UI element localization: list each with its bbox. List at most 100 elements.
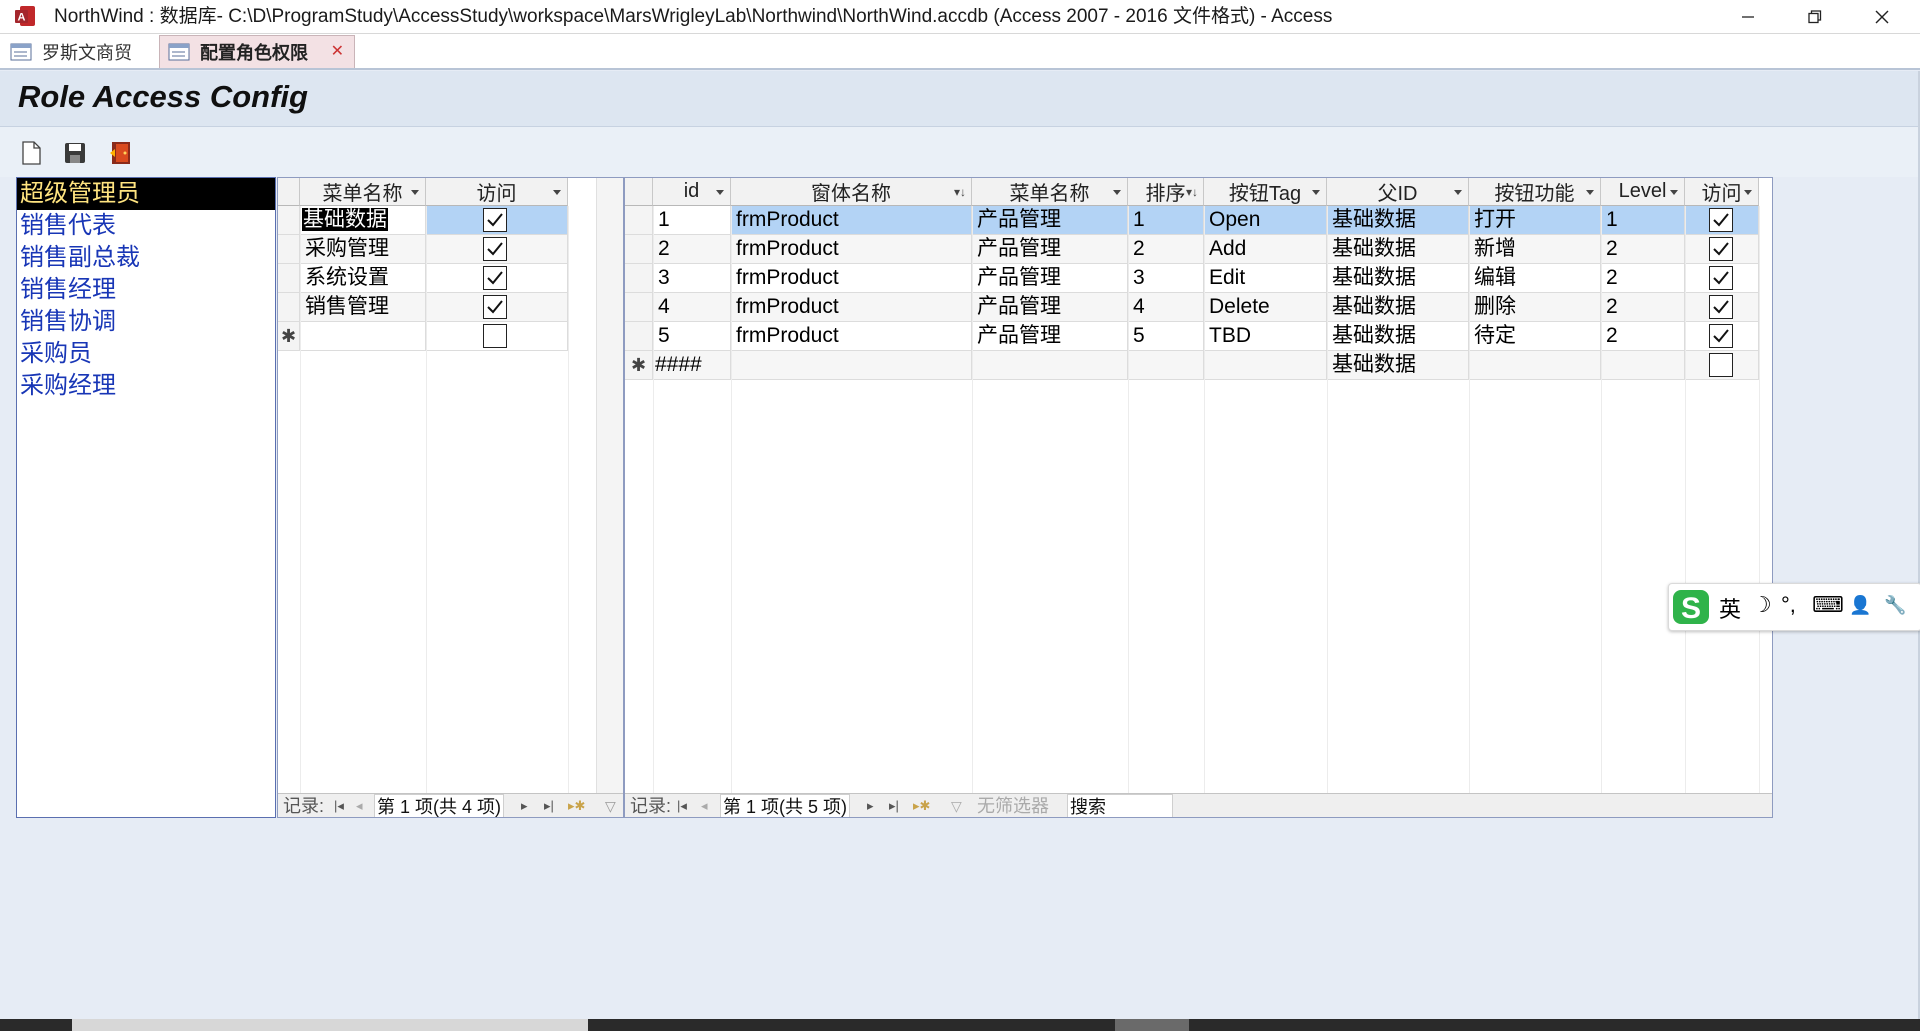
access-checkbox[interactable]	[483, 324, 507, 348]
button-tag-cell[interactable]: Open	[1204, 206, 1327, 234]
menu-name-cell[interactable]: 产品管理	[972, 264, 1128, 292]
sort-cell[interactable]: 1	[1128, 206, 1204, 234]
button-tag-cell[interactable]: Delete	[1204, 293, 1327, 321]
first-record-icon[interactable]: |◂	[334, 794, 344, 817]
role-item[interactable]: 销售经理	[17, 274, 275, 306]
level-cell[interactable]: 2	[1601, 235, 1685, 263]
access-cell[interactable]	[1685, 235, 1759, 263]
close-window-button[interactable]	[1854, 0, 1910, 33]
next-record-icon[interactable]: ▸	[867, 794, 874, 817]
record-position-box[interactable]: 第 1 项(共 5 项)	[720, 794, 850, 817]
menu-name-cell[interactable]: 销售管理	[300, 293, 426, 321]
access-checkbox[interactable]	[483, 295, 507, 319]
id-cell[interactable]: 4	[653, 293, 731, 321]
parent-id-cell[interactable]: 基础数据	[1327, 235, 1469, 263]
sort-filter-icon[interactable]: ▾↓	[1186, 185, 1198, 199]
search-input[interactable]: 搜索	[1067, 794, 1173, 817]
column-header-access[interactable]: 访问	[426, 178, 568, 206]
keyboard-icon[interactable]: ⌨	[1812, 592, 1844, 618]
button-function-cell[interactable]: 打开	[1469, 206, 1601, 234]
exit-button[interactable]	[107, 138, 137, 168]
form-name-cell[interactable]: frmProduct	[731, 264, 972, 292]
wrench-icon[interactable]: 🔧	[1884, 595, 1906, 616]
column-header-level[interactable]: Level	[1601, 178, 1685, 206]
button-function-cell[interactable]: 待定	[1469, 322, 1601, 350]
first-record-icon[interactable]: |◂	[677, 794, 687, 817]
dropdown-arrow-icon[interactable]	[1586, 190, 1594, 195]
role-item[interactable]: 销售副总裁	[17, 242, 275, 274]
dropdown-arrow-icon[interactable]	[1670, 190, 1678, 195]
sort-cell[interactable]: 2	[1128, 235, 1204, 263]
no-filter-label[interactable]: 无筛选器	[977, 794, 1049, 817]
column-header-menu-name[interactable]: 菜单名称	[972, 178, 1128, 206]
column-header-id[interactable]: id	[653, 178, 731, 206]
new-record-row[interactable]: ✱	[278, 322, 568, 351]
filter-icon[interactable]: ▽	[605, 794, 616, 817]
minimize-button[interactable]	[1720, 0, 1776, 33]
new-record-icon[interactable]: ▸✱	[913, 794, 930, 817]
menu-name-cell[interactable]: 产品管理	[972, 206, 1128, 234]
next-record-icon[interactable]: ▸	[521, 794, 528, 817]
save-button[interactable]	[60, 138, 90, 168]
sort-filter-icon[interactable]: ▾↓	[954, 185, 966, 199]
row-selector[interactable]	[278, 206, 300, 234]
dropdown-arrow-icon[interactable]	[411, 190, 419, 195]
row-selector[interactable]	[625, 235, 653, 263]
table-row[interactable]: 基础数据	[278, 206, 568, 235]
level-cell[interactable]: 2	[1601, 293, 1685, 321]
menu-name-cell[interactable]: 基础数据	[300, 206, 426, 234]
access-cell[interactable]	[1685, 206, 1759, 234]
sort-cell[interactable]: 4	[1128, 293, 1204, 321]
column-header-access[interactable]: 访问	[1685, 178, 1759, 206]
table-row[interactable]: 1 frmProduct 产品管理 1 Open 基础数据 打开 1	[625, 206, 1759, 235]
row-selector[interactable]	[625, 322, 653, 350]
menu-name-cell[interactable]: 产品管理	[972, 293, 1128, 321]
access-checkbox[interactable]	[1709, 295, 1733, 319]
role-item[interactable]: 销售代表	[17, 210, 275, 242]
form-name-cell[interactable]: frmProduct	[731, 293, 972, 321]
parent-id-cell[interactable]: 基础数据	[1327, 206, 1469, 234]
form-name-cell[interactable]: frmProduct	[731, 235, 972, 263]
dropdown-arrow-icon[interactable]	[1454, 190, 1462, 195]
button-function-cell[interactable]	[1469, 351, 1601, 379]
button-tag-cell[interactable]: Add	[1204, 235, 1327, 263]
select-all-corner[interactable]	[625, 178, 653, 206]
id-cell[interactable]: 2	[653, 235, 731, 263]
last-record-icon[interactable]: ▸|	[544, 794, 554, 817]
dropdown-arrow-icon[interactable]	[1744, 190, 1752, 195]
new-record-icon[interactable]: ▸✱	[568, 794, 585, 817]
previous-record-icon[interactable]: ◂	[701, 794, 708, 817]
punctuation-icon[interactable]: °,	[1781, 592, 1796, 618]
previous-record-icon[interactable]: ◂	[356, 794, 363, 817]
table-row[interactable]: 5 frmProduct 产品管理 5 TBD 基础数据 待定 2	[625, 322, 1759, 351]
vertical-scroll-area[interactable]	[596, 178, 623, 793]
table-row[interactable]: 4 frmProduct 产品管理 4 Delete 基础数据 删除 2	[625, 293, 1759, 322]
menu-name-cell[interactable]	[300, 322, 426, 350]
row-selector[interactable]	[278, 235, 300, 263]
menu-name-cell[interactable]: 产品管理	[972, 235, 1128, 263]
button-function-cell[interactable]: 编辑	[1469, 264, 1601, 292]
button-function-cell[interactable]: 新增	[1469, 235, 1601, 263]
moon-icon[interactable]: ☽	[1752, 592, 1772, 618]
column-header-form-name[interactable]: 窗体名称 ▾↓	[731, 178, 972, 206]
access-checkbox[interactable]	[483, 208, 507, 232]
access-checkbox[interactable]	[483, 237, 507, 261]
taskbar-item[interactable]	[1115, 1019, 1189, 1031]
access-checkbox[interactable]	[1709, 324, 1733, 348]
role-list[interactable]: 超级管理员 销售代表 销售副总裁 销售经理 销售协调 采购员 采购经理	[16, 177, 276, 818]
sogou-logo-icon[interactable]: S	[1671, 587, 1711, 627]
access-cell[interactable]	[1685, 351, 1759, 379]
role-item[interactable]: 采购员	[17, 338, 275, 370]
ime-toolbar[interactable]: S 英 ☽ °, ⌨ 👤 🔧	[1668, 583, 1920, 631]
dropdown-arrow-icon[interactable]	[1113, 190, 1121, 195]
ime-mode-indicator[interactable]: 英	[1719, 592, 1741, 624]
user-icon[interactable]: 👤	[1849, 595, 1871, 616]
form-name-cell[interactable]: frmProduct	[731, 206, 972, 234]
menu-name-cell[interactable]	[972, 351, 1128, 379]
column-header-parent-id[interactable]: 父ID	[1327, 178, 1469, 206]
id-cell[interactable]: 5	[653, 322, 731, 350]
form-name-cell[interactable]: frmProduct	[731, 322, 972, 350]
parent-id-cell[interactable]: 基础数据	[1327, 322, 1469, 350]
close-tab-icon[interactable]: ✕	[331, 41, 344, 61]
access-checkbox[interactable]	[1709, 353, 1733, 377]
